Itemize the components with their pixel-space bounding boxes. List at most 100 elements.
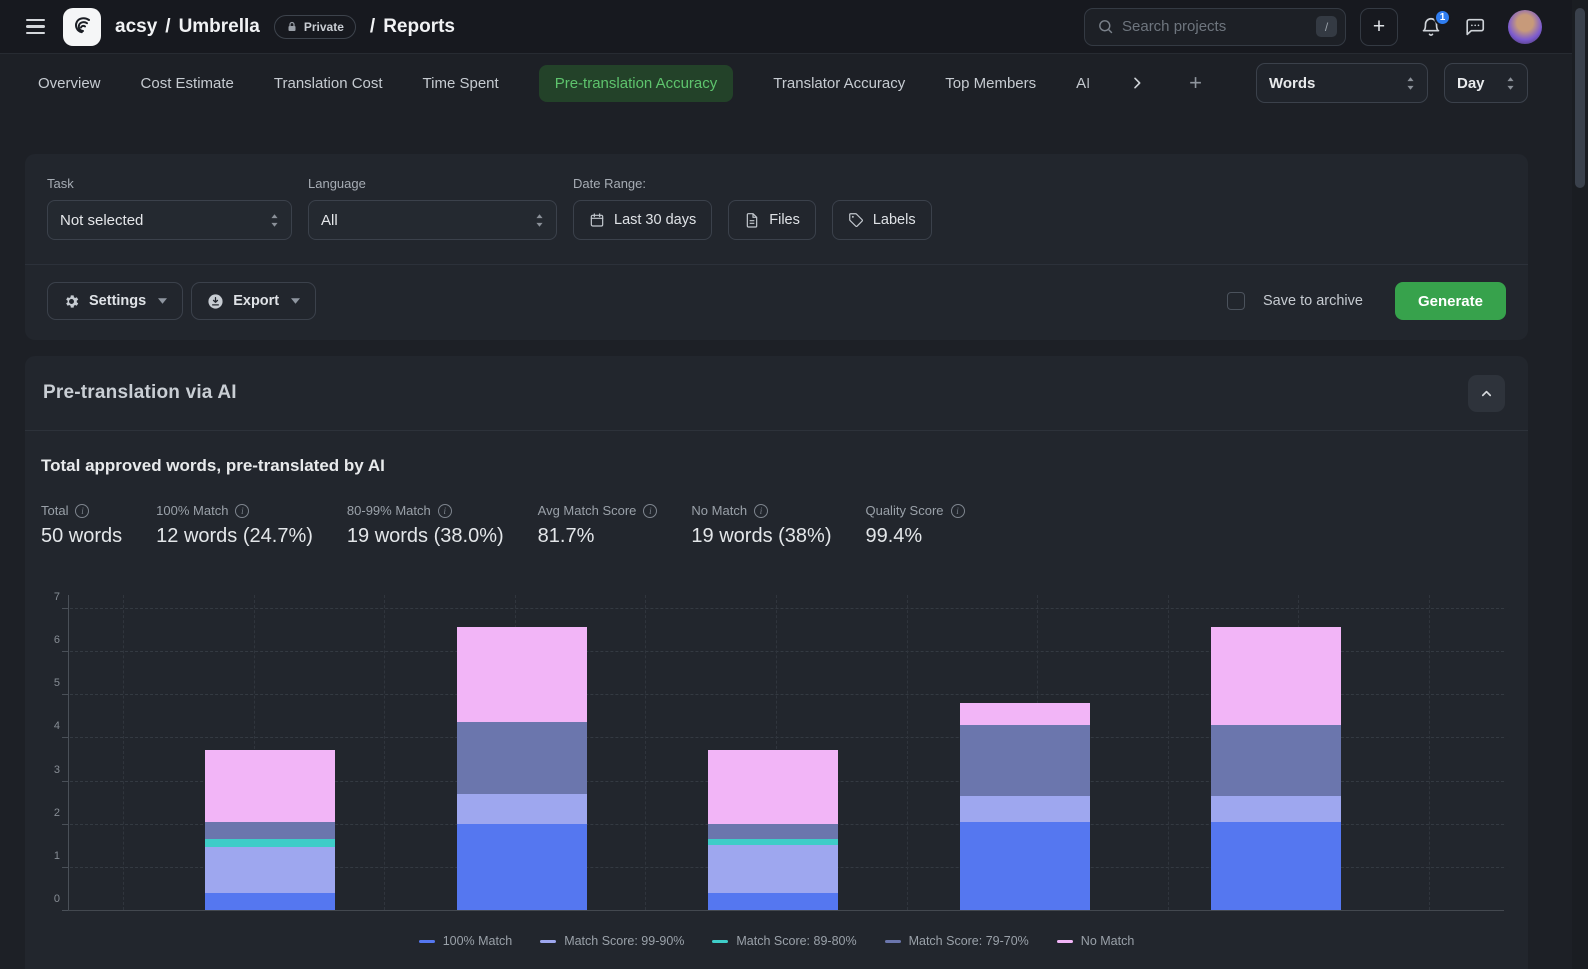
notifications-button[interactable]: 1 <box>1418 14 1444 40</box>
tabs-scroll-right-button[interactable] <box>1125 71 1149 95</box>
v-gridline <box>1429 595 1430 910</box>
files-button[interactable]: Files <box>728 200 816 240</box>
bar-segment-100-match[interactable] <box>960 822 1090 910</box>
info-icon[interactable]: i <box>643 504 657 518</box>
save-to-archive-checkbox[interactable] <box>1227 292 1245 310</box>
bar-segment-match-score-79-70[interactable] <box>205 822 335 839</box>
y-tick-mark <box>62 781 68 782</box>
bar-segment-match-score-89-80[interactable] <box>708 839 838 845</box>
tab-cost-estimate[interactable]: Cost Estimate <box>141 75 234 92</box>
legend-label: 100% Match <box>443 934 512 948</box>
search-box[interactable]: / <box>1084 8 1346 46</box>
app-logo[interactable] <box>63 8 101 46</box>
stat-label: Total <box>41 503 68 518</box>
info-icon[interactable]: i <box>75 504 89 518</box>
stacked-bar-5[interactable] <box>1211 627 1341 910</box>
bar-segment-match-score-99-90[interactable] <box>960 796 1090 822</box>
settings-button[interactable]: Settings <box>47 282 183 320</box>
bar-segment-match-score-79-70[interactable] <box>708 824 838 839</box>
stat-100-match: 100% Matchi12 words (24.7%) <box>156 503 313 548</box>
period-select[interactable]: Day <box>1444 63 1528 103</box>
stacked-bar-3[interactable] <box>708 750 838 910</box>
stat-value: 50 words <box>41 525 122 548</box>
bar-segment-100-match[interactable] <box>708 893 838 910</box>
y-tick-label: 0 <box>38 893 60 905</box>
bar-segment-no-match[interactable] <box>205 750 335 821</box>
y-tick-label: 6 <box>38 634 60 646</box>
labels-button[interactable]: Labels <box>832 200 932 240</box>
bar-segment-100-match[interactable] <box>457 824 587 910</box>
bar-segment-no-match[interactable] <box>1211 627 1341 724</box>
info-icon[interactable]: i <box>438 504 452 518</box>
language-select[interactable]: All <box>308 200 557 240</box>
v-gridline <box>907 595 908 910</box>
info-icon[interactable]: i <box>951 504 965 518</box>
bar-segment-match-score-79-70[interactable] <box>960 725 1090 796</box>
bar-segment-match-score-79-70[interactable] <box>1211 725 1341 796</box>
legend-item-100-match[interactable]: 100% Match <box>419 934 512 948</box>
info-icon[interactable]: i <box>754 504 768 518</box>
task-select-value: Not selected <box>60 212 143 229</box>
bar-segment-match-score-99-90[interactable] <box>1211 796 1341 822</box>
tab-overview[interactable]: Overview <box>38 75 101 92</box>
legend-swatch <box>712 940 728 943</box>
legend-swatch <box>885 940 901 943</box>
bar-segment-no-match[interactable] <box>457 627 587 722</box>
units-select[interactable]: Words <box>1256 63 1428 103</box>
bar-segment-100-match[interactable] <box>1211 822 1341 910</box>
chart-legend: 100% Match Match Score: 99-90% Match Score… <box>41 934 1512 948</box>
caret-down-icon <box>158 298 167 304</box>
private-badge: Private <box>274 15 356 39</box>
last-30-days-button[interactable]: Last 30 days <box>573 200 712 240</box>
menu-icon[interactable] <box>22 15 49 39</box>
bar-segment-match-score-99-90[interactable] <box>205 847 335 892</box>
stat-label: Quality Score <box>865 503 943 518</box>
save-to-archive-label[interactable]: Save to archive <box>1263 293 1363 309</box>
user-avatar[interactable] <box>1508 10 1542 44</box>
y-tick-mark <box>62 651 68 652</box>
v-gridline <box>384 595 385 910</box>
legend-item-match-score-79-70[interactable]: Match Score: 79-70% <box>885 934 1029 948</box>
bar-segment-100-match[interactable] <box>205 893 335 910</box>
stacked-bar-4[interactable] <box>960 703 1090 910</box>
tab-time-spent[interactable]: Time Spent <box>423 75 499 92</box>
export-button[interactable]: Export <box>191 282 316 320</box>
bar-segment-match-score-99-90[interactable] <box>708 845 838 892</box>
tab-ai[interactable]: AI <box>1076 75 1101 92</box>
tab-top-members[interactable]: Top Members <box>945 75 1036 92</box>
bar-segment-no-match[interactable] <box>708 750 838 823</box>
generate-button[interactable]: Generate <box>1395 282 1506 320</box>
page-scrollbar-thumb[interactable] <box>1575 8 1585 188</box>
caret-down-icon <box>291 298 300 304</box>
tab-translation-cost[interactable]: Translation Cost <box>274 75 383 92</box>
stacked-bar-1[interactable] <box>205 750 335 910</box>
tab-translator-accuracy[interactable]: Translator Accuracy <box>773 75 905 92</box>
search-input[interactable] <box>1122 18 1308 35</box>
create-project-button[interactable]: + <box>1360 8 1398 46</box>
legend-item-no-match[interactable]: No Match <box>1057 934 1135 948</box>
y-axis <box>68 595 69 911</box>
legend-item-match-score-99-90[interactable]: Match Score: 99-90% <box>540 934 684 948</box>
info-icon[interactable]: i <box>235 504 249 518</box>
breadcrumb-section-separator: / <box>370 16 375 38</box>
add-tab-button[interactable]: + <box>1183 68 1208 98</box>
y-tick-mark <box>62 824 68 825</box>
bar-segment-match-score-89-80[interactable] <box>205 839 335 848</box>
stacked-bar-2[interactable] <box>457 627 587 910</box>
y-tick-label: 2 <box>38 807 60 819</box>
collapse-card-button[interactable] <box>1468 375 1505 412</box>
tab-pre-translation-accuracy[interactable]: Pre-translation Accuracy <box>539 65 734 102</box>
task-select[interactable]: Not selected <box>47 200 292 240</box>
breadcrumb-project[interactable]: Umbrella <box>179 16 260 38</box>
messages-button[interactable] <box>1462 14 1488 40</box>
bar-segment-no-match[interactable] <box>960 703 1090 725</box>
legend-item-match-score-89-80[interactable]: Match Score: 89-80% <box>712 934 856 948</box>
bar-segment-match-score-99-90[interactable] <box>457 794 587 824</box>
breadcrumb-section[interactable]: Reports <box>383 16 455 38</box>
stat-value: 19 words (38.0%) <box>347 525 504 548</box>
bar-segment-match-score-79-70[interactable] <box>457 722 587 793</box>
page-scrollbar[interactable] <box>1572 0 1588 969</box>
breadcrumb-org[interactable]: acsy <box>115 16 157 38</box>
units-select-value: Words <box>1269 75 1315 92</box>
stat-value: 99.4% <box>865 525 964 548</box>
